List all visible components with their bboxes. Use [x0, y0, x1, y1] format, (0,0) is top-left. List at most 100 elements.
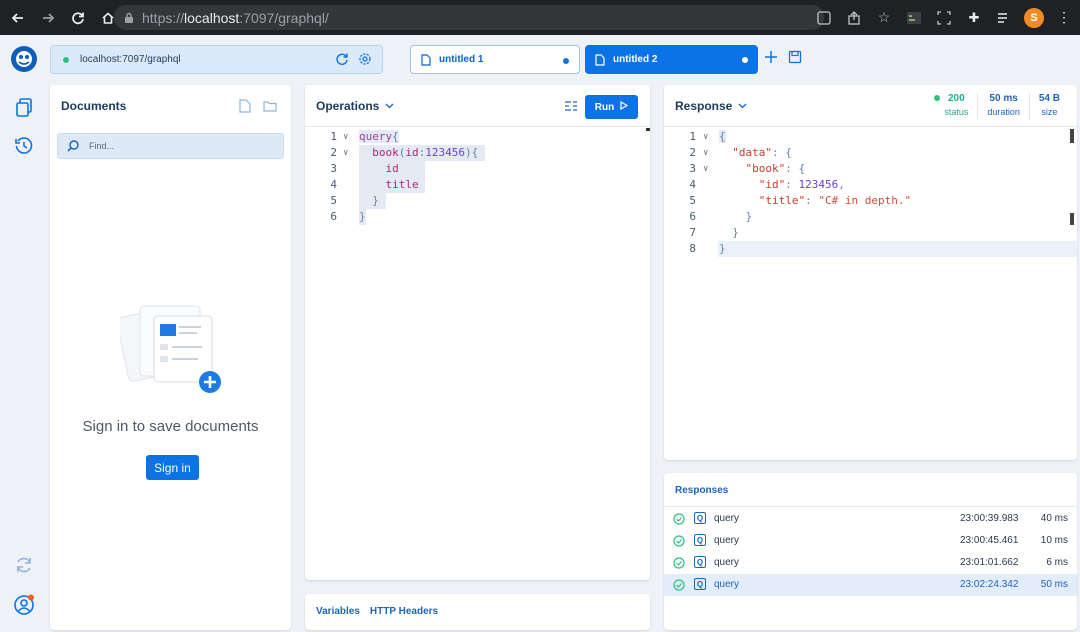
duration-stat: 50 ms duration	[977, 93, 1029, 119]
line-number: 2	[330, 146, 337, 159]
share-icon[interactable]	[844, 8, 864, 28]
code-text: book(id:123456){	[359, 145, 485, 161]
code-text: query{	[359, 130, 399, 143]
code-text: "book": {	[745, 162, 806, 175]
new-tab-icon[interactable]	[764, 50, 778, 69]
code-text: id	[359, 161, 426, 177]
response-viewer[interactable]: 1 ∨ { 2 ∨ "data": { 3 ∨ "book": { 4 "id": 12…	[664, 129, 1077, 257]
code-text: title	[359, 177, 426, 193]
extensions-icon[interactable]: ✚	[964, 8, 984, 28]
response-history-row-selected[interactable]: Q query 23:02:24.342 50 ms	[664, 574, 1077, 596]
refresh-schema-icon[interactable]	[335, 52, 349, 69]
empty-documents-illustration	[116, 302, 230, 397]
success-check-icon	[673, 513, 685, 528]
response-time: 23:00:39.983	[960, 513, 1019, 524]
line-number: 1	[330, 130, 337, 143]
response-history-row[interactable]: Q query 23:00:45.461 10 ms	[664, 530, 1077, 552]
response-history-row[interactable]: Q query 23:00:39.983 40 ms	[664, 508, 1077, 530]
translate-icon[interactable]	[814, 8, 834, 28]
account-icon[interactable]	[12, 593, 36, 617]
documents-icon[interactable]	[12, 96, 36, 120]
unsaved-dot[interactable]	[563, 58, 569, 64]
save-icon[interactable]	[788, 50, 802, 69]
operations-editor[interactable]: 1 ∨ query{ 2 ∨ book(id:123456){ 3 id 4 titl…	[305, 129, 650, 225]
operation-name: query	[714, 557, 740, 568]
playlist-icon[interactable]	[994, 8, 1014, 28]
url-prefix: https://	[142, 9, 185, 26]
response-duration: 40 ms	[1040, 513, 1068, 524]
fold-chevron-icon[interactable]: ∨	[703, 129, 708, 145]
profile-avatar[interactable]: S	[1024, 7, 1044, 28]
documents-panel: Documents Find... Sign in to save docume…	[50, 85, 291, 630]
line-number: 3	[330, 162, 337, 175]
prettify-icon[interactable]	[564, 99, 578, 117]
line-number: 4	[689, 178, 696, 191]
fold-chevron-icon[interactable]: ∨	[343, 129, 348, 145]
extension-terminal-icon[interactable]	[904, 8, 924, 28]
operations-title[interactable]: Operations	[316, 99, 379, 113]
code-text: "data": {	[732, 146, 792, 159]
left-rail	[0, 35, 48, 632]
find-documents-input[interactable]: Find...	[57, 133, 284, 159]
operations-panel: Operations Run 1 ∨ query{ 2 ∨ book(id:12345…	[305, 85, 650, 580]
response-duration: 10 ms	[1040, 535, 1068, 546]
find-placeholder: Find...	[89, 141, 115, 151]
banana-cake-pop-logo-icon	[10, 45, 38, 73]
run-label: Run	[594, 101, 615, 113]
tab-http-headers[interactable]: HTTP Headers	[370, 606, 438, 617]
back-icon[interactable]	[6, 6, 30, 30]
sync-icon[interactable]	[12, 553, 36, 577]
screenshot-icon[interactable]	[934, 8, 954, 28]
sign-in-button[interactable]: Sign in	[146, 455, 199, 480]
response-history-row[interactable]: Q query 23:01:01.662 6 ms	[664, 552, 1077, 574]
line-number: 7	[689, 226, 696, 239]
star-icon[interactable]: ☆	[874, 8, 894, 28]
tab-untitled-1[interactable]: untitled 1	[410, 45, 580, 74]
response-duration: 6 ms	[1046, 557, 1068, 568]
run-button[interactable]: Run	[585, 95, 638, 119]
reload-icon[interactable]	[66, 6, 90, 30]
line-number: 6	[330, 210, 337, 223]
success-check-icon	[673, 579, 685, 594]
play-icon	[620, 100, 629, 113]
code-text: "title": "C# in depth."	[758, 194, 912, 207]
unsaved-dot[interactable]	[742, 57, 748, 63]
endpoint-url: localhost:7097/graphql	[80, 54, 181, 65]
new-folder-icon[interactable]	[263, 99, 277, 118]
tab-untitled-2[interactable]: untitled 2	[585, 45, 758, 74]
search-icon	[67, 140, 79, 152]
connection-settings-icon[interactable]	[358, 52, 372, 69]
code-line: 1 ∨ query{	[305, 129, 650, 145]
line-number: 6	[689, 210, 696, 223]
history-icon[interactable]	[12, 134, 36, 158]
response-duration: 50 ms	[1040, 579, 1068, 590]
status-stat: 200 status	[921, 93, 977, 119]
chevron-down-icon[interactable]	[385, 103, 394, 109]
fold-chevron-icon[interactable]: ∨	[703, 145, 708, 161]
success-check-icon	[673, 557, 685, 572]
chevron-down-icon[interactable]	[738, 103, 747, 109]
responses-panel: Responses Q query 23:00:39.983 40 ms Q q…	[664, 473, 1077, 630]
responses-title: Responses	[675, 485, 729, 496]
status-value: 200	[947, 93, 965, 104]
new-document-icon[interactable]	[239, 99, 251, 118]
line-number: 5	[330, 194, 337, 207]
size-label: size	[1041, 107, 1058, 117]
response-time: 23:02:24.342	[960, 579, 1019, 590]
fold-chevron-icon[interactable]: ∨	[343, 145, 348, 161]
address-bar[interactable]: https://localhost:7097/graphql/	[114, 5, 824, 30]
more-menu-icon[interactable]: ⋮	[1054, 8, 1074, 28]
code-text: }	[359, 209, 366, 225]
tab-label: untitled 1	[439, 54, 484, 65]
forward-icon[interactable]	[36, 6, 60, 30]
query-type-icon: Q	[694, 578, 706, 590]
tab-variables[interactable]: Variables	[316, 606, 360, 617]
fold-chevron-icon[interactable]: ∨	[703, 161, 708, 177]
query-type-icon: Q	[694, 534, 706, 546]
code-line: 4 title	[305, 177, 650, 193]
line-number: 1	[689, 130, 696, 143]
endpoint-url-field[interactable]: localhost:7097/graphql	[50, 45, 383, 74]
response-title[interactable]: Response	[675, 99, 732, 113]
line-number: 2	[689, 146, 696, 159]
code-line: 3 id	[305, 161, 650, 177]
